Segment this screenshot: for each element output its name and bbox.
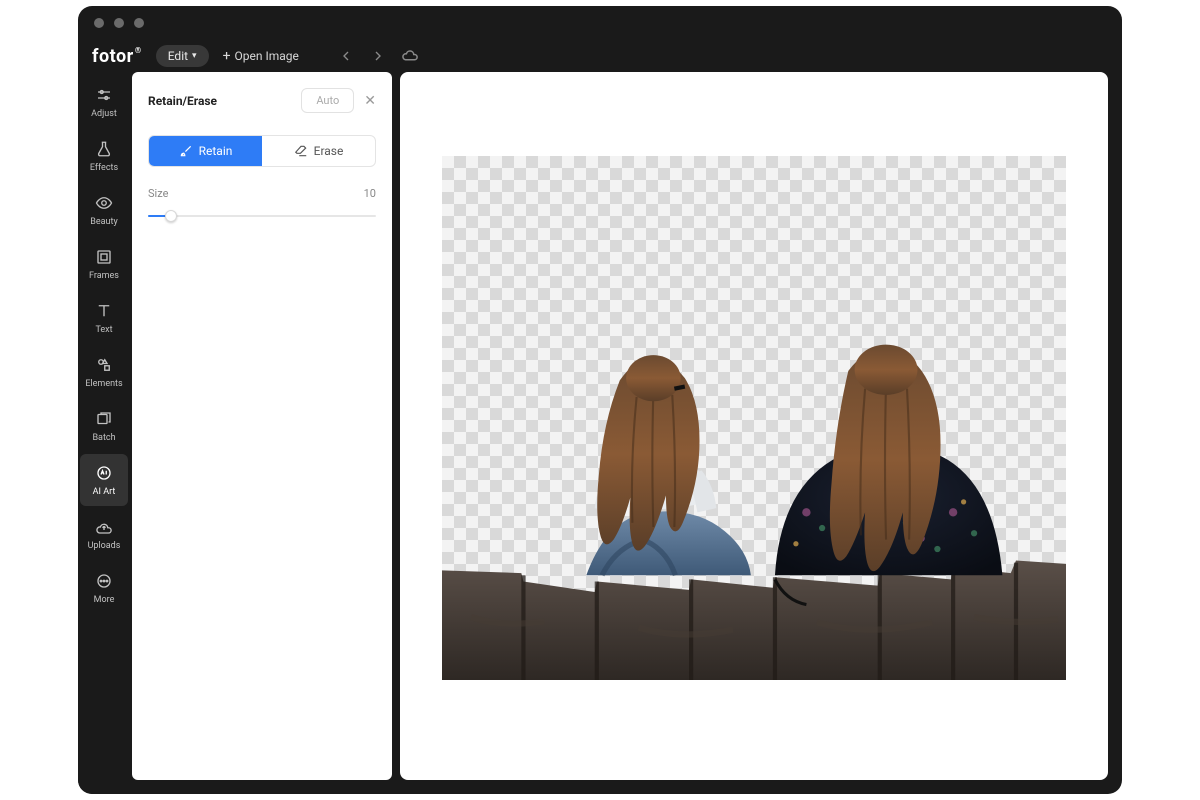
open-image-button[interactable]: + Open Image [223,48,299,64]
rail-item-adjust[interactable]: Adjust [80,76,128,128]
transparency-checker [442,156,1066,680]
rail-label: Text [95,325,112,335]
frame-icon [94,247,114,267]
panel-header: Retain/Erase Auto ✕ [148,88,376,113]
window-close-dot[interactable] [94,18,104,28]
rail-item-elements[interactable]: Elements [80,346,128,398]
retain-tab-label: Retain [199,144,233,158]
edit-menu-label: Edit [168,49,188,63]
rail-label: Beauty [90,217,117,227]
retain-erase-segmented: Retain Erase [148,135,376,167]
undo-button[interactable] [337,47,355,65]
open-image-label: Open Image [235,49,299,63]
app-header: fotor® Edit ▾ + Open Image [78,40,1122,72]
erase-tab[interactable]: Erase [262,136,375,166]
size-row: Size 10 [148,187,376,200]
size-label: Size [148,187,168,200]
window-minimize-dot[interactable] [114,18,124,28]
chevron-down-icon: ▾ [192,51,197,61]
rail-label: Effects [90,163,118,173]
rail-label: Elements [85,379,122,389]
rail-label: Uploads [88,541,121,551]
retain-tab[interactable]: Retain [149,136,262,166]
stack-icon [94,409,114,429]
sliders-icon [94,85,114,105]
rail-label: Frames [89,271,119,281]
redo-button[interactable] [369,47,387,65]
ai-icon [94,463,114,483]
canvas-area[interactable] [400,72,1108,780]
slider-track [148,215,376,217]
rail-item-frames[interactable]: Frames [80,238,128,290]
auto-button[interactable]: Auto [301,88,354,113]
plus-icon: + [223,48,231,64]
rail-label: Batch [92,433,115,443]
size-value: 10 [364,187,376,200]
eye-icon [94,193,114,213]
flask-icon [94,139,114,159]
window-titlebar [78,6,1122,40]
slider-thumb[interactable] [165,210,177,222]
size-slider[interactable] [148,208,376,224]
tool-rail: Adjust Effects Beauty Frames [78,72,130,794]
brush-icon [179,144,193,158]
shapes-icon [94,355,114,375]
rail-label: Adjust [91,109,117,119]
cloud-sync-button[interactable] [401,47,419,65]
rail-item-ai-art[interactable]: AI Art [80,454,128,506]
panel-header-actions: Auto ✕ [301,88,376,113]
rail-item-text[interactable]: Text [80,292,128,344]
retain-erase-panel: Retain/Erase Auto ✕ Retain Erase Size [132,72,392,780]
rail-item-more[interactable]: More [80,562,128,614]
rail-label: More [94,595,115,605]
erase-tab-label: Erase [314,144,344,158]
rail-item-beauty[interactable]: Beauty [80,184,128,236]
close-icon[interactable]: ✕ [364,93,376,109]
cloud-upload-icon [94,517,114,537]
rail-label: AI Art [93,487,116,497]
app-window: fotor® Edit ▾ + Open Image Adj [78,6,1122,794]
app-body: Adjust Effects Beauty Frames [78,72,1122,794]
rail-item-batch[interactable]: Batch [80,400,128,452]
eraser-icon [294,144,308,158]
rail-item-effects[interactable]: Effects [80,130,128,182]
panel-title: Retain/Erase [148,94,217,108]
app-logo: fotor® [92,46,142,67]
text-icon [94,301,114,321]
edit-menu-button[interactable]: Edit ▾ [156,45,209,67]
app-logo-text: fotor [92,46,134,67]
rail-item-uploads[interactable]: Uploads [80,508,128,560]
more-icon [94,571,114,591]
window-zoom-dot[interactable] [134,18,144,28]
